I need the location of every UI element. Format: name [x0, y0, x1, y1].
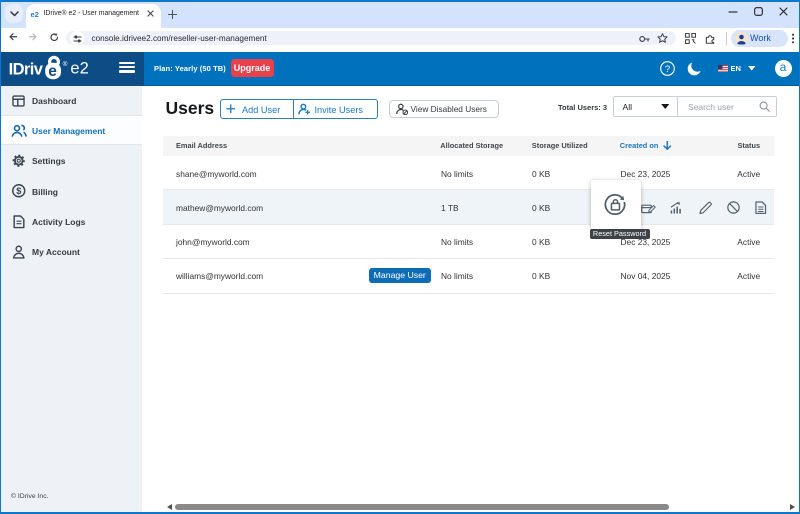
svg-text:®: ® — [63, 60, 68, 68]
svg-text:e: e — [48, 63, 57, 80]
svg-text:e2: e2 — [70, 60, 88, 78]
svg-text:IDriv: IDriv — [9, 61, 44, 79]
svg-text:?: ? — [665, 63, 670, 74]
svg-text:$: $ — [16, 186, 21, 196]
